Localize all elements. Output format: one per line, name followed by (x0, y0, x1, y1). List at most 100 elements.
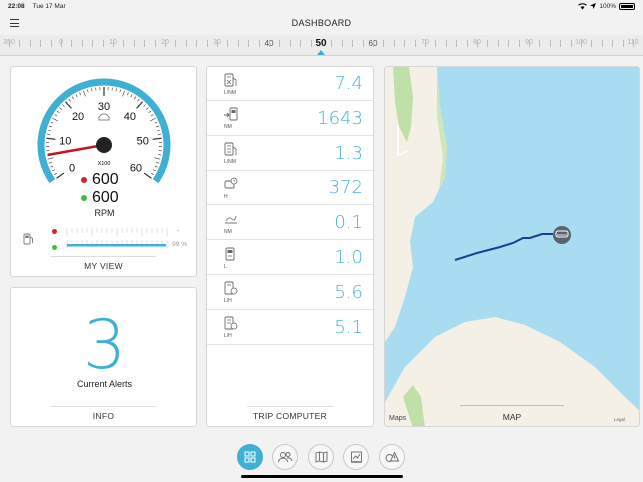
bottom-tab-bar (0, 440, 643, 476)
compass-tick (290, 40, 291, 47)
trip-value: 5.1 (334, 316, 363, 338)
battery-percent: 100% (599, 2, 616, 10)
grid-icon (244, 451, 256, 463)
map-view[interactable] (385, 67, 640, 427)
gauge-tick (143, 104, 146, 107)
starboard-fuel-percent: 99 % (172, 241, 187, 248)
trip-row[interactable]: L/NM 1.3 (207, 137, 373, 171)
gauge-multiplier: X100 (98, 161, 111, 167)
trip-row[interactable]: L/NM 7.4 (207, 67, 373, 101)
trip-row[interactable]: NM 1643 (207, 102, 373, 136)
gauge-needle (47, 143, 105, 157)
gauge-tick (153, 169, 156, 172)
gauge-tick (156, 162, 160, 164)
rpm-label: RPM (94, 208, 115, 218)
compass-tick (373, 40, 374, 47)
trip-row[interactable]: L 1.0 (207, 241, 373, 275)
gauge-label: 60 (130, 162, 142, 174)
compass-tick (550, 40, 551, 47)
compass-tick (259, 40, 260, 47)
compass-tick (560, 40, 561, 47)
compass-tick (487, 40, 488, 47)
crew-tab[interactable] (272, 444, 298, 470)
engine-hours-icon (224, 177, 238, 189)
trip-row[interactable]: L/H 5.1 (207, 311, 373, 345)
gauge-tick (52, 117, 59, 122)
compass-tick (155, 40, 156, 47)
trip-row[interactable]: H 372 (207, 171, 373, 206)
map-footer: MAP (502, 412, 522, 422)
gauge-tick (130, 94, 133, 98)
trip-value: 0.1 (334, 212, 363, 234)
fuel-economy-icon (224, 73, 237, 86)
compass-tick (581, 40, 582, 47)
compass-tick (404, 40, 405, 47)
compass-tick (311, 40, 312, 47)
starboard-engine-dot (81, 195, 87, 201)
compass-tick (529, 40, 530, 47)
gauge-tick (50, 121, 54, 124)
map-panel[interactable]: MAP Maps Legal (384, 66, 640, 427)
alerts-tab[interactable] (379, 444, 405, 470)
trip-computer-panel[interactable]: TRIP COMPUTER L/NM 7.4 NM 1643 L/NM 1.3 … (206, 66, 374, 427)
compass-tick (331, 40, 332, 47)
gauge-tick (154, 121, 158, 124)
gauge-tick (136, 101, 144, 109)
wifi-icon (578, 2, 588, 9)
maps-attribution[interactable]: Maps (389, 415, 406, 422)
compass-tick (363, 40, 364, 47)
home-indicator (241, 475, 403, 478)
gauge-tick (54, 172, 57, 175)
status-date: Tue 17 Mar (32, 2, 66, 10)
compass-tick (248, 40, 249, 47)
people-icon (278, 452, 293, 463)
port-tank-dot (52, 229, 57, 234)
trip-row[interactable]: NM 0.1 (207, 206, 373, 241)
compass-tick (61, 40, 62, 47)
gauge-tick (68, 98, 71, 102)
compass-tick (196, 40, 197, 47)
trip-unit: L/H (224, 298, 232, 305)
gauge-tick (49, 125, 53, 128)
compass-tick (352, 40, 353, 47)
port-engine-dot (81, 177, 87, 183)
compass-heading-strip: 3500102030405060708090100110 (0, 35, 643, 56)
compass-tick (9, 40, 10, 47)
map-tab[interactable] (308, 444, 334, 470)
trip-distance-icon (225, 215, 237, 224)
trip-value: 7.4 (334, 73, 363, 94)
gauge-tick (145, 107, 149, 110)
gauge-tick (149, 117, 156, 122)
logbook-icon (350, 451, 362, 463)
avg-fuel-rate-icon (224, 316, 238, 330)
my-view-footer: MY VIEW (11, 256, 196, 276)
status-right: 100% (578, 2, 635, 10)
gauge-label: 20 (72, 111, 84, 123)
compass-tick (425, 40, 426, 47)
rpm-row-starboard: 600 (81, 189, 119, 207)
info-panel[interactable]: 3 Current Alerts INFO (10, 287, 197, 427)
compass-tick (175, 40, 176, 47)
compass-tick (19, 40, 20, 47)
menu-icon[interactable] (10, 19, 19, 27)
trip-row[interactable]: L/H 5.6 (207, 276, 373, 310)
compass-tick (123, 40, 124, 47)
legal-link[interactable]: Legal (614, 417, 625, 422)
status-bar: 22:08 Tue 17 Mar 100% (0, 0, 643, 12)
compass-tick (623, 40, 624, 47)
gauge-tick (157, 129, 161, 132)
compass-tick (40, 40, 41, 47)
compass-tick (435, 40, 436, 47)
logbook-tab[interactable] (343, 444, 369, 470)
page-title: DASHBOARD (291, 18, 352, 28)
compass-tick (508, 40, 509, 47)
range-icon (224, 107, 238, 121)
nav-bar: DASHBOARD (0, 12, 643, 34)
dashboard-tab[interactable] (237, 444, 263, 470)
gauge-label: 30 (98, 101, 110, 113)
status-time: 22:08 (8, 2, 25, 10)
gauge-label: 50 (137, 135, 149, 147)
compass-tick (269, 40, 270, 47)
my-view-panel[interactable]: 0 10 20 30 40 50 60 X100 600 600 RPM - 99 % MY … (10, 66, 197, 277)
gauge-tick (137, 98, 140, 102)
